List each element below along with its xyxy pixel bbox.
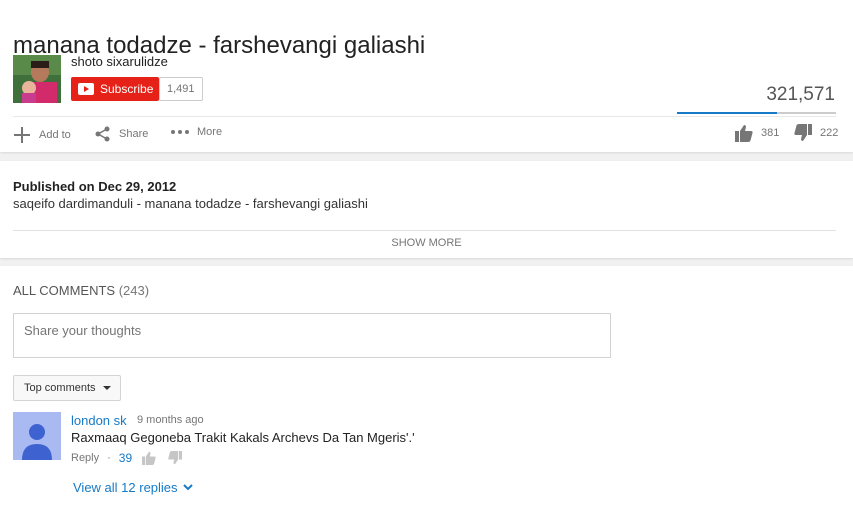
sort-label: Top comments	[24, 382, 96, 394]
comment-input[interactable]	[13, 313, 611, 358]
caret-down-icon	[102, 386, 111, 390]
add-to-label: Add to	[39, 129, 71, 141]
thumbs-down-icon	[168, 451, 183, 465]
comment-dislike-button[interactable]	[168, 451, 183, 465]
more-dots-icon	[171, 130, 189, 134]
reply-button[interactable]: Reply	[71, 452, 99, 464]
description-card: Published on Dec 29, 2012 saqeifo dardim…	[0, 161, 853, 258]
default-user-icon	[13, 412, 61, 460]
view-replies-label: View all 12 replies	[73, 480, 178, 495]
comments-header: ALL COMMENTS (243)	[13, 283, 149, 298]
share-icon	[95, 126, 110, 142]
like-button[interactable]: 381	[735, 124, 779, 142]
like-ratio-fill	[677, 112, 778, 114]
view-count: 321,571	[766, 84, 835, 105]
subscribe-label: Subscribe	[100, 82, 154, 96]
description-text: saqeifo dardimanduli - manana todadze - …	[13, 196, 368, 211]
subscriber-count: 1,491	[159, 77, 203, 101]
chevron-down-icon	[182, 484, 193, 491]
comment-text: Raxmaaq Gegoneba Trakit Kakals Archevs D…	[71, 430, 415, 445]
show-more-button[interactable]: SHOW MORE	[0, 237, 853, 249]
comments-title: ALL COMMENTS	[13, 283, 116, 298]
comment-avatar[interactable]	[13, 412, 61, 460]
comment-score: 39	[118, 451, 133, 465]
video-header-card: manana todadze - farshevangi galiashi sh…	[0, 0, 853, 152]
like-ratio-bar	[677, 112, 836, 114]
channel-name[interactable]: shoto sixarulidze	[71, 54, 168, 69]
publish-date: Published on Dec 29, 2012	[13, 179, 177, 194]
plus-icon	[14, 127, 30, 143]
comment-time[interactable]: 9 months ago	[137, 414, 204, 426]
divider	[13, 230, 836, 231]
comment-author[interactable]: london sk	[71, 413, 127, 428]
channel-avatar[interactable]	[13, 55, 61, 103]
share-button[interactable]: Share	[95, 126, 148, 142]
youtube-play-icon	[78, 83, 94, 95]
comments-count: (243)	[118, 283, 150, 298]
thumbs-down-icon	[794, 124, 812, 141]
more-label: More	[197, 126, 223, 138]
comment-like-button[interactable]	[142, 451, 156, 465]
dislike-button[interactable]: 222	[794, 124, 838, 142]
channel-avatar-image	[13, 55, 61, 103]
like-count: 381	[761, 127, 780, 139]
subscribe-button[interactable]: Subscribe	[71, 77, 159, 101]
dislike-count: 222	[820, 127, 839, 139]
thumbs-up-icon	[735, 125, 753, 142]
comment-actions: Reply · 39	[71, 451, 194, 465]
thumbs-up-icon	[142, 451, 156, 465]
add-to-button[interactable]: Add to	[13, 126, 71, 144]
view-replies-link[interactable]: View all 12 replies	[73, 480, 193, 495]
comments-card: ALL COMMENTS (243) Top comments london s…	[0, 266, 853, 506]
divider	[13, 116, 836, 117]
separator-dot: ·	[107, 452, 111, 464]
more-button[interactable]: More	[171, 126, 222, 138]
sort-comments-dropdown[interactable]: Top comments	[13, 375, 121, 401]
share-label: Share	[119, 128, 149, 140]
